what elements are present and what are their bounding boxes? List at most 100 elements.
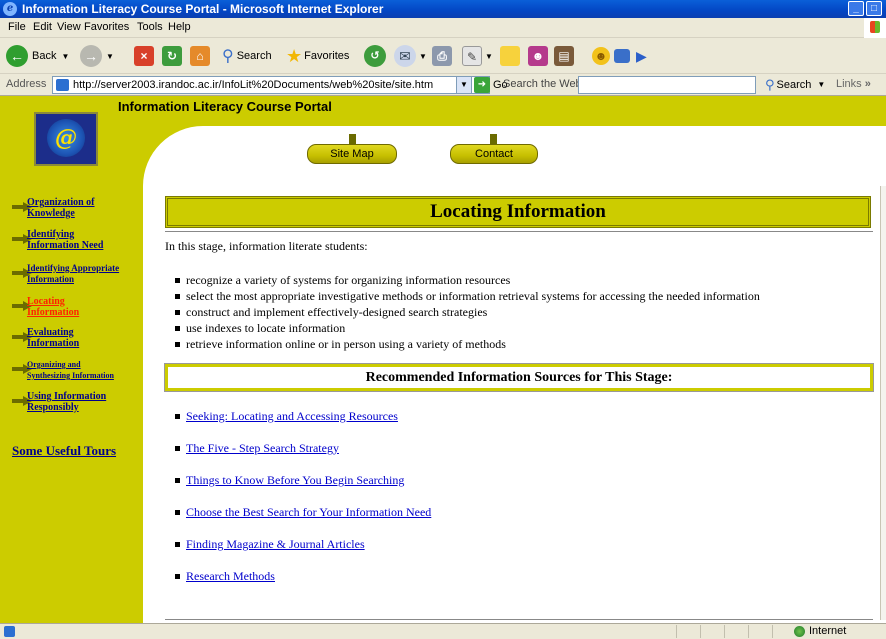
chevron-down-icon[interactable]: ▼ bbox=[419, 52, 427, 61]
mail-button[interactable]: ✉ ▼ bbox=[394, 44, 427, 68]
list-item: recognize a variety of systems for organ… bbox=[175, 272, 760, 288]
research-button[interactable]: ▤ bbox=[554, 44, 574, 68]
forward-button[interactable]: → ▼ bbox=[80, 44, 114, 68]
menu-tools[interactable]: Tools bbox=[137, 21, 163, 33]
list-item: use indexes to locate information bbox=[175, 320, 760, 336]
nav-button-stem bbox=[349, 134, 356, 144]
divider bbox=[748, 625, 749, 638]
status-bar: Internet bbox=[0, 623, 886, 639]
some-useful-tours-link[interactable]: Some Useful Tours bbox=[12, 443, 116, 459]
menu-help[interactable]: Help bbox=[168, 21, 191, 33]
links-label: Links bbox=[836, 78, 862, 90]
refresh-icon: ↻ bbox=[162, 46, 182, 66]
sidebar-link[interactable]: Organizing and Synthesizing Information bbox=[27, 359, 155, 381]
intro-text: In this stage, information literate stud… bbox=[165, 239, 368, 253]
play-icon: ▶ bbox=[636, 47, 647, 64]
source-link[interactable]: Seeking: Locating and Accessing Resource… bbox=[186, 409, 398, 423]
list-item: retrieve information online or in person… bbox=[175, 336, 760, 352]
site-logo[interactable]: @ bbox=[34, 112, 98, 166]
search-web-input[interactable] bbox=[578, 76, 756, 94]
print-icon: ⎙ bbox=[432, 46, 452, 66]
chevron-down-icon[interactable]: ▼ bbox=[106, 52, 114, 61]
menu-edit[interactable]: Edit bbox=[33, 21, 52, 33]
search-button[interactable]: ⚲ Search bbox=[222, 44, 272, 68]
source-link[interactable]: Things to Know Before You Begin Searchin… bbox=[186, 473, 404, 487]
home-button[interactable]: ⌂ bbox=[190, 44, 210, 68]
divider bbox=[724, 625, 725, 638]
divider bbox=[165, 619, 873, 620]
sidebar-link[interactable]: Evaluating Information bbox=[27, 327, 155, 349]
address-input[interactable]: http://server2003.irandoc.ac.ir/InfoLit%… bbox=[52, 76, 490, 94]
search-icon: ⚲ bbox=[222, 48, 234, 65]
maximize-button[interactable]: □ bbox=[866, 1, 882, 16]
print-button[interactable]: ⎙ bbox=[432, 44, 452, 68]
history-button[interactable]: ↺ bbox=[364, 44, 386, 68]
source-link[interactable]: Research Methods bbox=[186, 569, 275, 583]
divider bbox=[165, 231, 873, 232]
vertical-scrollbar[interactable] bbox=[880, 186, 886, 620]
divider bbox=[772, 625, 773, 638]
sidebar-link[interactable]: Identifying Appropriate Information bbox=[27, 263, 155, 285]
back-arrow-icon: ← bbox=[6, 45, 28, 67]
nav-button-stem bbox=[490, 134, 497, 144]
discuss-button[interactable] bbox=[500, 44, 520, 68]
folder-icon bbox=[500, 46, 520, 66]
back-label: Back bbox=[32, 50, 57, 62]
sidebar-link[interactable]: Identifying Information Need bbox=[27, 229, 155, 251]
outcomes-list: recognize a variety of systems for organ… bbox=[175, 272, 760, 352]
edit-button[interactable]: ✎ ▼ bbox=[462, 44, 493, 68]
links-button[interactable]: Links » bbox=[836, 78, 871, 90]
portal-title: Information Literacy Course Portal bbox=[118, 99, 332, 114]
source-link[interactable]: The Five - Step Search Strategy bbox=[186, 441, 339, 455]
security-zone: Internet bbox=[794, 625, 846, 637]
list-item: Choose the Best Search for Your Informat… bbox=[174, 504, 431, 536]
internet-explorer-icon: e bbox=[3, 2, 17, 16]
chevron-down-icon[interactable]: ▼ bbox=[817, 76, 825, 94]
page-icon bbox=[56, 79, 69, 91]
address-dropdown-icon[interactable]: ▼ bbox=[456, 76, 472, 94]
list-item: Things to Know Before You Begin Searchin… bbox=[174, 472, 431, 504]
back-button[interactable]: ← Back ▼ bbox=[6, 44, 69, 68]
sidebar-link[interactable]: Using Information Responsibly bbox=[27, 391, 155, 413]
contact-button[interactable]: Contact bbox=[450, 144, 538, 164]
sidebar-item-organizing-and-synthesizing[interactable]: Organizing and Synthesizing Information bbox=[12, 356, 146, 382]
menu-file[interactable]: File bbox=[8, 21, 26, 33]
sidebar-item-identifying-information-need[interactable]: Identifying Information Need bbox=[12, 226, 146, 252]
forward-arrow-icon: → bbox=[80, 45, 102, 67]
sidebar-item-using-information-responsibly[interactable]: Using Information Responsibly bbox=[12, 388, 146, 414]
address-label: Address bbox=[6, 78, 47, 90]
sidebar-link-active[interactable]: Locating Information bbox=[27, 296, 155, 318]
search-web-button[interactable]: ⚲ Search ▼ bbox=[765, 76, 825, 94]
source-link[interactable]: Choose the Best Search for Your Informat… bbox=[186, 505, 431, 519]
sidebar-link[interactable]: Organization of Knowledge bbox=[27, 197, 155, 219]
sidebar-item-identifying-appropriate-information[interactable]: Identifying Appropriate Information bbox=[12, 260, 146, 286]
sidebar-item-organization-of-knowledge[interactable]: Organization of Knowledge bbox=[12, 194, 146, 220]
at-sign-logo-icon: @ bbox=[47, 119, 85, 157]
list-item: The Five - Step Search Strategy bbox=[174, 440, 431, 472]
list-item: Finding Magazine & Journal Articles bbox=[174, 536, 431, 568]
source-link[interactable]: Finding Magazine & Journal Articles bbox=[186, 537, 365, 551]
chevron-down-icon[interactable]: ▼ bbox=[485, 52, 493, 61]
stop-button[interactable]: × bbox=[134, 44, 154, 68]
window-title-bar[interactable]: e Information Literacy Course Portal - M… bbox=[0, 0, 886, 18]
monitor-button[interactable] bbox=[614, 44, 630, 68]
globe-icon bbox=[794, 625, 805, 637]
history-icon: ↺ bbox=[364, 45, 386, 67]
edit-page-icon: ✎ bbox=[462, 46, 482, 66]
sidebar-item-locating-information[interactable]: Locating Information bbox=[12, 293, 146, 319]
media-button[interactable]: ▶ bbox=[636, 44, 647, 68]
research-icon: ▤ bbox=[554, 46, 574, 66]
minimize-button[interactable]: _ bbox=[848, 1, 864, 16]
window-title: Information Literacy Course Portal - Mic… bbox=[22, 2, 384, 16]
smiley-button[interactable]: ☻ bbox=[592, 44, 610, 68]
list-item: Seeking: Locating and Accessing Resource… bbox=[174, 408, 431, 440]
favorites-button[interactable]: ★ Favorites bbox=[286, 44, 349, 68]
sidebar-item-evaluating-information[interactable]: Evaluating Information bbox=[12, 324, 146, 350]
chevron-down-icon[interactable]: ▼ bbox=[61, 52, 69, 61]
site-map-button[interactable]: Site Map bbox=[307, 144, 397, 164]
menu-view[interactable]: View bbox=[57, 21, 81, 33]
refresh-button[interactable]: ↻ bbox=[162, 44, 182, 68]
web-page: @ Information Literacy Course Portal Sit… bbox=[0, 96, 886, 623]
menu-favorites[interactable]: Favorites bbox=[84, 21, 129, 33]
messenger-button[interactable]: ☻ bbox=[528, 44, 548, 68]
